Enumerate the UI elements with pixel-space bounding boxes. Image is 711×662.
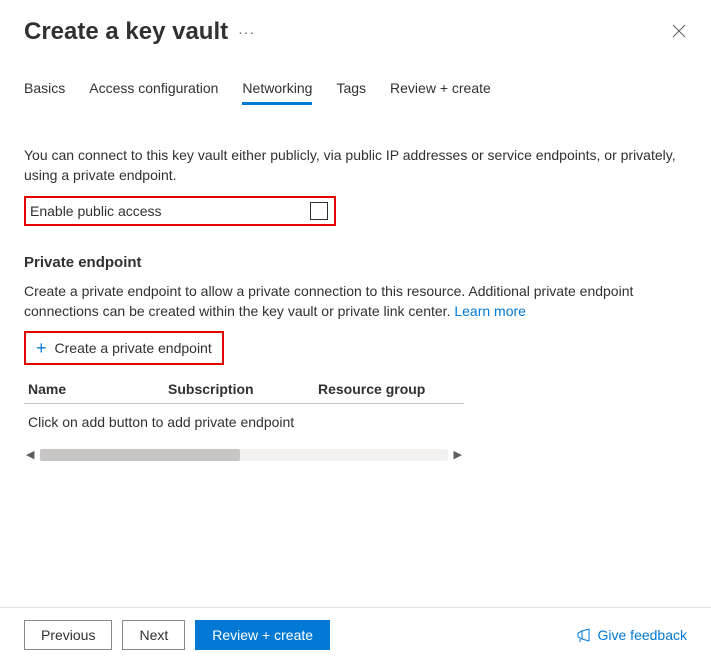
scroll-left-icon[interactable]: ◀: [24, 448, 36, 461]
tab-bar: Basics Access configuration Networking T…: [24, 80, 687, 105]
column-header-name: Name: [28, 381, 168, 397]
tab-tags[interactable]: Tags: [336, 80, 366, 105]
tab-access-configuration[interactable]: Access configuration: [89, 80, 218, 105]
networking-description: You can connect to this key vault either…: [24, 145, 687, 186]
plus-icon: +: [36, 339, 47, 357]
tab-basics[interactable]: Basics: [24, 80, 65, 105]
megaphone-icon: [576, 627, 592, 643]
column-header-subscription: Subscription: [168, 381, 318, 397]
private-endpoint-heading: Private endpoint: [24, 254, 687, 271]
tab-review-create[interactable]: Review + create: [390, 80, 491, 105]
private-endpoint-description: Create a private endpoint to allow a pri…: [24, 281, 687, 322]
next-button[interactable]: Next: [122, 620, 185, 650]
give-feedback-label: Give feedback: [598, 627, 688, 643]
scrollbar-thumb[interactable]: [40, 449, 240, 461]
more-actions-icon[interactable]: ···: [238, 24, 255, 40]
give-feedback-link[interactable]: Give feedback: [576, 627, 688, 643]
enable-public-access-row: Enable public access: [24, 196, 336, 226]
review-create-button[interactable]: Review + create: [195, 620, 330, 650]
table-empty-text: Click on add button to add private endpo…: [28, 414, 460, 430]
scrollbar-track[interactable]: [40, 449, 447, 461]
scroll-right-icon[interactable]: ▶: [452, 448, 464, 461]
enable-public-access-label: Enable public access: [30, 203, 162, 219]
create-private-endpoint-label: Create a private endpoint: [55, 340, 212, 356]
page-title: Create a key vault: [24, 18, 228, 46]
column-header-resource-group: Resource group: [318, 381, 458, 397]
previous-button[interactable]: Previous: [24, 620, 112, 650]
horizontal-scrollbar[interactable]: ◀ ▶: [24, 448, 464, 461]
tab-networking[interactable]: Networking: [242, 80, 312, 105]
learn-more-link[interactable]: Learn more: [454, 303, 526, 319]
create-private-endpoint-button[interactable]: + Create a private endpoint: [24, 331, 224, 365]
footer: Previous Next Review + create Give feedb…: [0, 607, 711, 662]
close-icon[interactable]: [671, 23, 687, 42]
enable-public-access-checkbox[interactable]: [310, 202, 328, 220]
private-endpoint-table: Name Subscription Resource group Click o…: [24, 375, 464, 440]
